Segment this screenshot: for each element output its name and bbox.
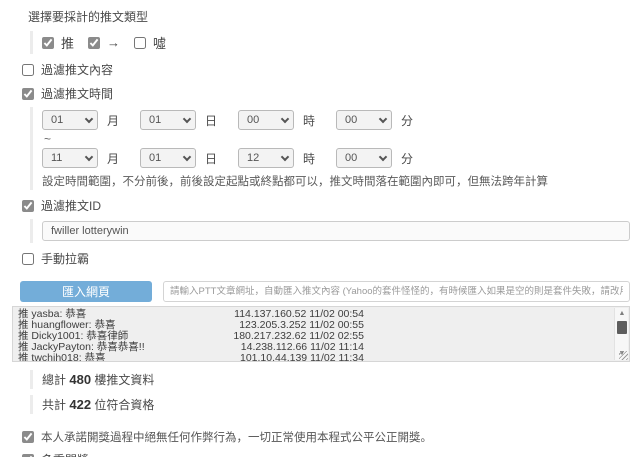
time-range-group: 01 月 01 日 00 時 00 分 ~ 11 月 01 日 12 時 00 …: [30, 107, 630, 190]
filter-content-checkbox[interactable]: [22, 63, 34, 76]
to-hour-select-wrap: 12: [238, 148, 294, 168]
fairness-pledge-label: 本人承諾開獎過程中絕無任何作弊行為，一切正常使用本程式公平公正開獎。: [41, 432, 432, 444]
push-label: 推: [61, 36, 75, 51]
filter-id-checkbox[interactable]: [22, 199, 34, 212]
arrow-checkbox[interactable]: [88, 36, 101, 49]
month-unit-label: 月: [107, 151, 120, 166]
push-type-option-arrow[interactable]: →: [88, 35, 120, 50]
filter-id-input[interactable]: [42, 221, 630, 241]
to-day-select-wrap: 01: [140, 148, 196, 168]
import-webpage-button[interactable]: 匯入網頁: [20, 281, 152, 302]
scroll-up-icon[interactable]: ▲: [615, 308, 629, 320]
push-checkbox[interactable]: [42, 36, 54, 49]
article-url-input[interactable]: [163, 281, 630, 302]
to-minute-select[interactable]: 00: [336, 148, 392, 168]
from-hour-select-wrap: 00: [238, 110, 294, 130]
push-text: 推 twchih018 恭喜: [18, 352, 106, 361]
filter-time-row[interactable]: 過濾推文時間: [22, 85, 630, 102]
boo-label: 噓: [153, 36, 167, 51]
from-day-select[interactable]: 01: [140, 110, 196, 130]
manual-mode-label: 手動拉霸: [41, 252, 90, 266]
day-unit-label: 日: [205, 151, 218, 166]
filter-id-row[interactable]: 過濾推文ID: [22, 197, 630, 214]
from-minute-unit: 00 分: [336, 110, 434, 130]
month-unit-label: 月: [107, 113, 120, 128]
manual-mode-checkbox[interactable]: [22, 252, 34, 265]
to-minute-select-wrap: 00: [336, 148, 392, 168]
from-hour-unit: 00 時: [238, 110, 336, 130]
from-day-select-wrap: 01: [140, 110, 196, 130]
fairness-pledge-checkbox[interactable]: [22, 431, 34, 443]
time-to-row: 11 月 01 日 12 時 00 分: [42, 148, 630, 168]
hour-unit-label: 時: [303, 113, 316, 128]
stats-section: 總計 480 樓推文資料 共計 422 位符合資格: [22, 370, 630, 414]
to-day-unit: 01 日: [140, 148, 238, 168]
qualified-users-line: 共計 422 位符合資格: [30, 395, 630, 414]
from-hour-select[interactable]: 00: [238, 110, 294, 130]
filter-id-group: [30, 219, 630, 243]
to-month-select[interactable]: 11: [42, 148, 98, 168]
minute-unit-label: 分: [401, 151, 414, 166]
push-type-option-push[interactable]: 推: [42, 33, 74, 52]
to-hour-select[interactable]: 12: [238, 148, 294, 168]
day-unit-label: 日: [205, 113, 218, 128]
minute-unit-label: 分: [401, 113, 414, 128]
total-pushes-count: 480: [69, 372, 92, 387]
fairness-pledge-row[interactable]: 本人承諾開獎過程中絕無任何作弊行為，一切正常使用本程式公平公正開獎。: [22, 429, 630, 445]
to-month-select-wrap: 11: [42, 148, 98, 168]
filter-id-label: 過濾推文ID: [41, 199, 102, 213]
resize-grip-icon[interactable]: [619, 351, 628, 360]
filter-content-label: 過濾推文內容: [41, 63, 114, 77]
to-hour-unit: 12 時: [238, 148, 336, 168]
boo-checkbox[interactable]: [134, 36, 147, 49]
time-range-note: 設定時間範圍，不分前後，前後設定起點或終點都可以，推文時間落在範圍內即可，但無法…: [42, 176, 548, 188]
multi-draw-label: 多重開獎: [41, 451, 89, 457]
from-month-unit: 01 月: [42, 110, 140, 130]
filter-time-label: 過濾推文時間: [41, 87, 114, 101]
time-from-row: 01 月 01 日 00 時 00 分: [42, 110, 630, 130]
arrow-label: →: [107, 35, 121, 50]
to-month-unit: 11 月: [42, 148, 140, 168]
lottery-app: 選擇要採計的推文類型 推 → 噓 過濾推文內容 過濾推文時間 01 月 01 日…: [0, 0, 640, 457]
from-minute-select-wrap: 00: [336, 110, 392, 130]
push-type-options: 推 → 噓: [30, 31, 630, 54]
from-day-unit: 01 日: [140, 110, 238, 130]
from-minute-select[interactable]: 00: [336, 110, 392, 130]
time-range-separator: ~: [44, 132, 52, 146]
filter-time-checkbox[interactable]: [22, 87, 34, 100]
multi-draw-row[interactable]: 多重開獎: [22, 451, 630, 457]
from-month-select[interactable]: 01: [42, 110, 98, 130]
push-type-title: 選擇要採計的推文類型: [28, 10, 149, 24]
scrollbar-thumb[interactable]: [617, 321, 627, 334]
to-day-select[interactable]: 01: [140, 148, 196, 168]
manual-mode-row[interactable]: 手動拉霸: [22, 250, 630, 267]
filter-content-row[interactable]: 過濾推文內容: [22, 61, 630, 78]
multi-draw-checkbox[interactable]: [22, 453, 34, 457]
import-row: 匯入網頁: [20, 281, 630, 302]
hour-unit-label: 時: [303, 151, 316, 166]
push-type-option-boo[interactable]: 噓: [134, 33, 166, 52]
push-list-textarea[interactable]: 推 yasba 恭喜 114.137.160.52 11/02 00:54 推 …: [12, 306, 630, 362]
qualified-users-count: 422: [69, 397, 92, 412]
to-minute-unit: 00 分: [336, 148, 434, 168]
total-pushes-line: 總計 480 樓推文資料: [30, 370, 630, 389]
from-month-select-wrap: 01: [42, 110, 98, 130]
push-row: 推 twchih018 恭喜 101.10.44.139 11/02 11:34: [18, 352, 364, 362]
push-meta: 101.10.44.139 11/02 11:34: [240, 352, 364, 362]
